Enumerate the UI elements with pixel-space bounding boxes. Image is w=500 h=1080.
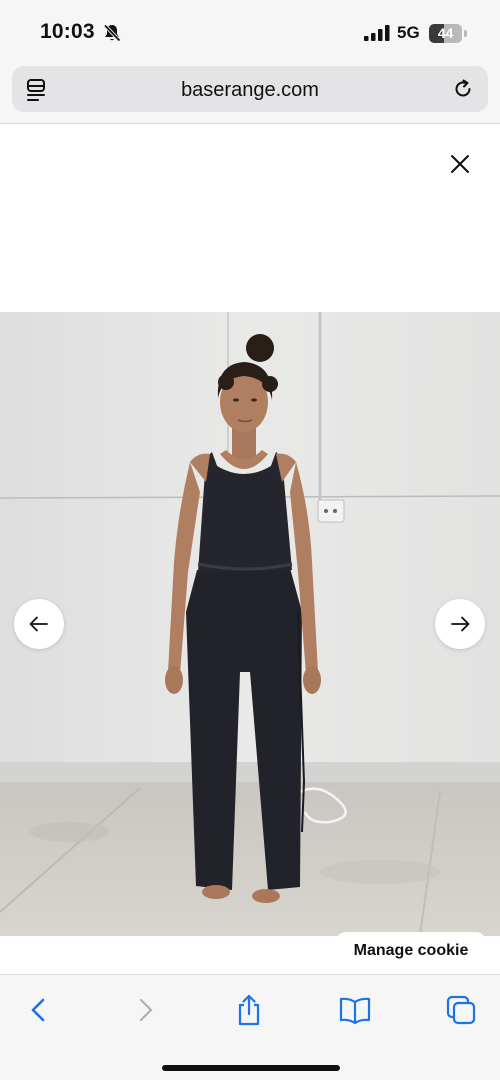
- signal-icon: [364, 25, 390, 41]
- back-icon[interactable]: [22, 993, 56, 1027]
- status-bar: 10:03 5G 44: [0, 0, 500, 62]
- battery-tip: [464, 30, 467, 37]
- browser-top-bar: baserange.com: [0, 62, 500, 124]
- address-bar[interactable]: baserange.com: [12, 66, 488, 112]
- manage-cookie-label: Manage cookie: [353, 942, 469, 959]
- bookmarks-icon[interactable]: [338, 993, 372, 1027]
- close-icon[interactable]: [446, 150, 474, 178]
- home-indicator: [162, 1065, 340, 1071]
- next-image-button[interactable]: [435, 599, 485, 649]
- url-text[interactable]: baserange.com: [12, 79, 488, 102]
- product-image: [0, 312, 500, 936]
- arrow-right-icon: [451, 616, 470, 632]
- status-time: 10:03: [40, 20, 95, 43]
- browser-toolbar: [0, 974, 500, 1080]
- battery-level: 44: [437, 25, 454, 41]
- arrow-left-icon: [29, 616, 48, 632]
- battery-icon: 44: [429, 24, 467, 43]
- reload-icon[interactable]: [452, 78, 474, 100]
- tabs-icon[interactable]: [444, 993, 478, 1027]
- product-photo-illustration: [0, 312, 500, 936]
- network-type: 5G: [397, 23, 420, 42]
- previous-image-button[interactable]: [14, 599, 64, 649]
- share-icon[interactable]: [232, 993, 266, 1027]
- battery-body: 44: [429, 24, 462, 43]
- bell-muted-icon: [103, 24, 121, 42]
- forward-icon[interactable]: [128, 993, 162, 1027]
- manage-cookie-button[interactable]: Manage cookie: [336, 932, 486, 972]
